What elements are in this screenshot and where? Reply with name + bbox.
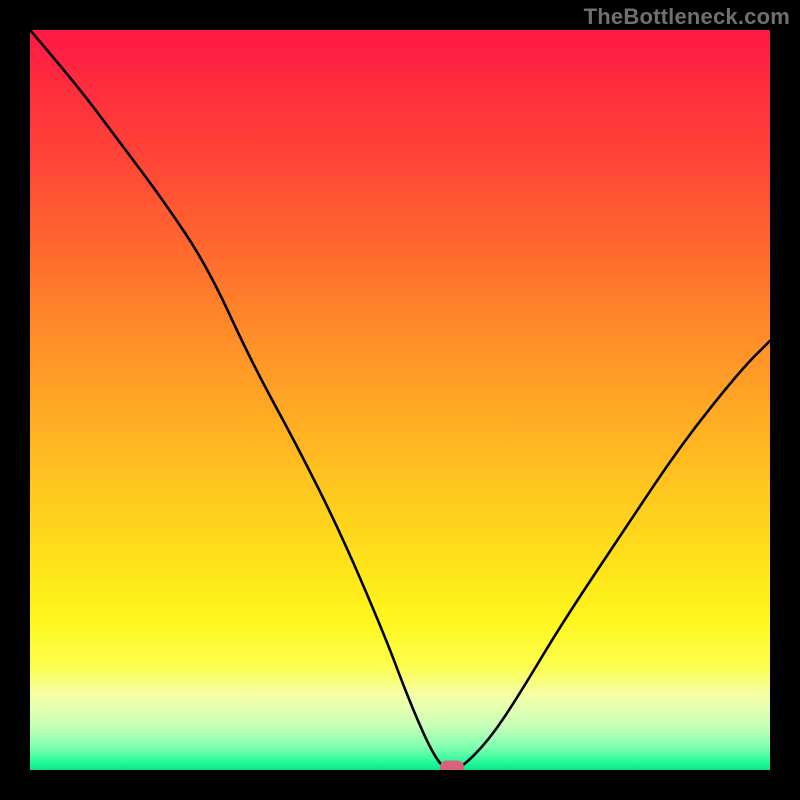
bottleneck-curve-path: [30, 30, 770, 770]
plot-area: [30, 30, 770, 770]
optimal-point-marker: [440, 761, 464, 771]
chart-frame: TheBottleneck.com: [0, 0, 800, 800]
watermark-label: TheBottleneck.com: [584, 4, 790, 30]
bottleneck-curve: [30, 30, 770, 770]
